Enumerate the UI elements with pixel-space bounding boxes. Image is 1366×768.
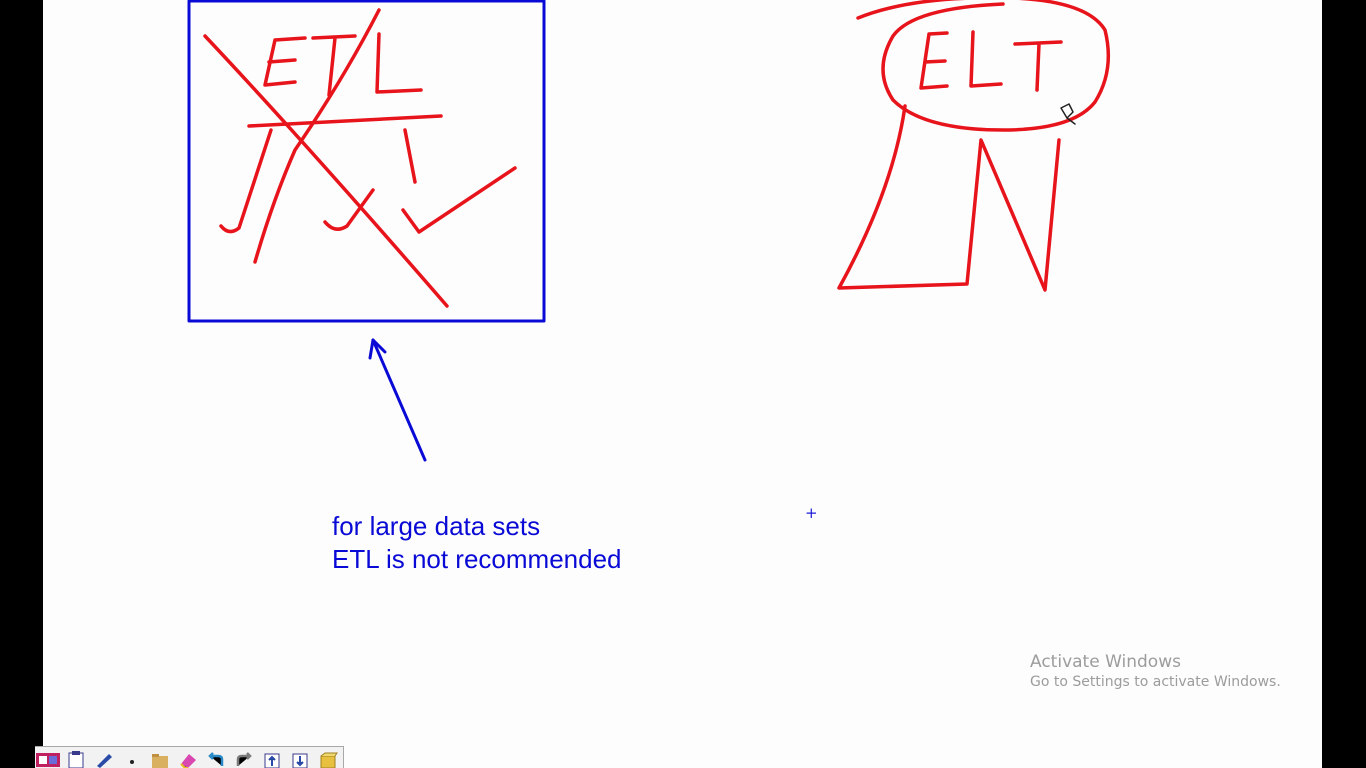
pen-icon[interactable] bbox=[91, 749, 117, 768]
etl-box bbox=[187, 0, 546, 323]
blue-arrow bbox=[368, 338, 427, 462]
package-icon[interactable] bbox=[315, 749, 341, 768]
annotation-line-1: for large data sets bbox=[332, 511, 541, 541]
activate-windows-watermark: Activate Windows Go to Settings to activ… bbox=[1030, 651, 1281, 692]
upload-icon[interactable] bbox=[259, 749, 285, 768]
clipboard-icon[interactable] bbox=[63, 749, 89, 768]
crosshair-cursor-icon: + bbox=[805, 504, 818, 522]
watermark-title: Activate Windows bbox=[1030, 652, 1181, 672]
screen: for large data sets ETL is not recommend… bbox=[0, 0, 1366, 768]
folder-icon[interactable] bbox=[147, 749, 173, 768]
download-icon[interactable] bbox=[287, 749, 313, 768]
eraser-icon[interactable] bbox=[175, 749, 201, 768]
annotation-line-2: ETL is not recommended bbox=[332, 544, 622, 574]
pen-colors-icon[interactable] bbox=[35, 749, 61, 768]
etl-handwriting bbox=[203, 8, 517, 308]
dot-icon[interactable] bbox=[119, 749, 145, 768]
elt-handwriting bbox=[837, 0, 1111, 292]
drawing-toolbar bbox=[35, 746, 344, 768]
undo-icon[interactable] bbox=[203, 749, 229, 768]
redo-icon[interactable] bbox=[231, 749, 257, 768]
annotation-text: for large data sets ETL is not recommend… bbox=[332, 510, 622, 576]
watermark-subtitle: Go to Settings to activate Windows. bbox=[1030, 674, 1281, 690]
